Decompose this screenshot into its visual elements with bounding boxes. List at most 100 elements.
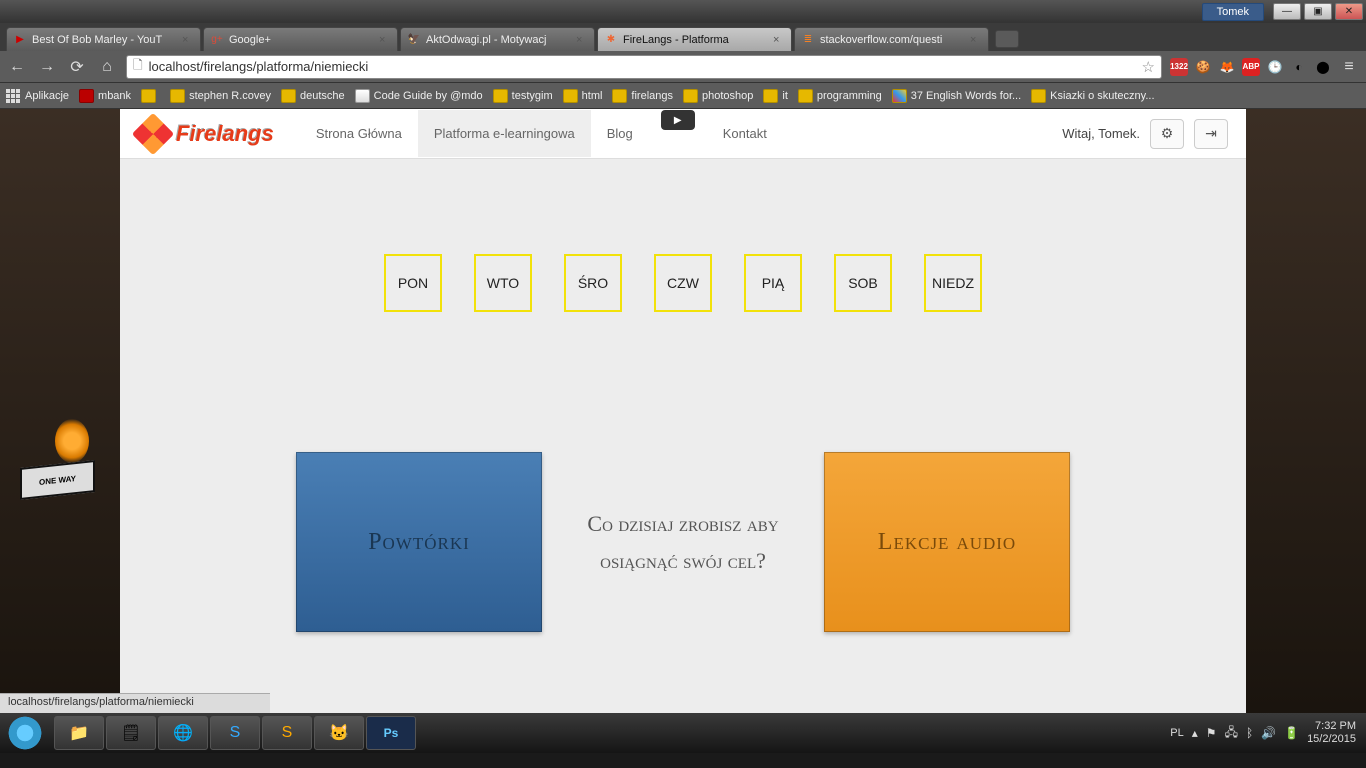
extension-icon[interactable]: ⬤ (1314, 58, 1332, 76)
nav-contact[interactable]: Kontakt (707, 110, 783, 157)
bookmarks-apps[interactable]: Aplikacje (6, 89, 69, 103)
browser-tab[interactable]: ▶Best Of Bob Marley - YouT× (6, 27, 201, 51)
window-maximize-button[interactable]: ▣ (1304, 3, 1332, 20)
tab-favicon: ▶ (13, 33, 27, 47)
weekday-cell[interactable]: SOB (834, 254, 892, 312)
site-logo[interactable]: Firelangs (138, 119, 274, 149)
greeting-text: Witaj, Tomek. (1062, 126, 1140, 141)
start-button[interactable] (4, 716, 46, 750)
bookmark-item[interactable] (141, 89, 160, 103)
taskbar-explorer[interactable]: 📁 (54, 716, 104, 750)
browser-tab[interactable]: ≣stackoverflow.com/questi× (794, 27, 989, 51)
new-tab-button[interactable] (995, 30, 1019, 48)
gear-icon: ⚙ (1161, 125, 1174, 142)
folder-icon (683, 89, 698, 103)
adblock-icon[interactable]: ABP (1242, 58, 1260, 76)
browser-tab[interactable]: ✱FireLangs - Platforma× (597, 27, 792, 51)
extension-badge-counter[interactable]: 1322 (1170, 58, 1188, 76)
bookmark-item[interactable]: photoshop (683, 89, 753, 103)
bookmark-item[interactable]: html (563, 89, 603, 103)
nav-home[interactable]: Strona Główna (300, 110, 418, 157)
bookmark-label: Code Guide by @mdo (374, 90, 483, 102)
folder-icon (563, 89, 578, 103)
weekday-cell[interactable]: PON (384, 254, 442, 312)
bookmark-item[interactable]: stephen R.covey (170, 89, 271, 103)
tab-close-icon[interactable]: × (182, 34, 194, 46)
settings-button[interactable]: ⚙ (1150, 119, 1184, 149)
tab-favicon: ✱ (604, 33, 618, 47)
bookmark-item[interactable]: it (763, 89, 788, 103)
folder-icon (763, 89, 778, 103)
home-button[interactable]: ⌂ (96, 58, 118, 76)
nav-platform[interactable]: Platforma e-learningowa (418, 110, 591, 157)
extension-icon[interactable]: ◐ (1290, 58, 1308, 76)
taskbar-github[interactable]: 🐱 (314, 716, 364, 750)
tab-close-icon[interactable]: × (773, 34, 785, 46)
bookmark-label: testygim (512, 90, 553, 102)
taskbar-chrome[interactable]: 🌐 (158, 716, 208, 750)
logout-icon: ⇥ (1205, 125, 1217, 142)
bookmark-item[interactable]: 37 English Words for... (892, 89, 1021, 103)
browser-tab[interactable]: 🦅AktOdwagi.pl - Motywacj× (400, 27, 595, 51)
extension-icon[interactable]: 🦊 (1218, 58, 1236, 76)
window-minimize-button[interactable]: — (1273, 3, 1301, 20)
tray-language[interactable]: PL (1170, 727, 1183, 739)
url-input[interactable] (149, 59, 1136, 74)
logout-button[interactable]: ⇥ (1194, 119, 1228, 149)
taskbar-sublime[interactable]: S (262, 716, 312, 750)
bookmark-item[interactable]: firelangs (612, 89, 673, 103)
tray-flag-icon[interactable]: ⚑ (1206, 726, 1217, 740)
address-bar[interactable]: 🗋 ☆ (126, 55, 1162, 79)
one-way-sign-decoration: ONE WAY (20, 460, 95, 500)
window-close-button[interactable]: ✕ (1335, 3, 1363, 20)
bookmark-item[interactable]: Ksiazki o skuteczny... (1031, 89, 1154, 103)
bookmark-label: programming (817, 90, 882, 102)
weekday-cell[interactable]: PIĄ (744, 254, 802, 312)
apps-grid-icon (6, 89, 21, 103)
bookmark-item[interactable]: Code Guide by @mdo (355, 89, 483, 103)
weekday-row: PON WTO ŚRO CZW PIĄ SOB NIEDZ (120, 254, 1246, 312)
tray-chevron-icon[interactable]: ▴ (1192, 726, 1198, 740)
weekday-cell[interactable]: CZW (654, 254, 712, 312)
page-viewport: ONE WAY Firelangs Strona Główna Platform… (0, 109, 1366, 713)
chrome-menu-button[interactable]: ≡ (1338, 58, 1360, 76)
extension-icon[interactable]: 🕒 (1266, 58, 1284, 76)
taskbar-skype[interactable]: S (210, 716, 260, 750)
weekday-cell[interactable]: WTO (474, 254, 532, 312)
taskbar-sticky[interactable]: 🗒 (106, 716, 156, 750)
taskbar-photoshop[interactable]: Ps (366, 716, 416, 750)
tray-network-icon[interactable]: 🖧 (1225, 723, 1238, 744)
bookmark-label: Ksiazki o skuteczny... (1050, 90, 1154, 102)
tab-close-icon[interactable]: × (576, 34, 588, 46)
bookmark-item[interactable]: mbank (79, 89, 131, 103)
weekday-cell[interactable]: NIEDZ (924, 254, 982, 312)
card-lekcje-audio[interactable]: Lekcje audio (824, 452, 1070, 632)
tray-battery-icon[interactable]: 🔋 (1284, 726, 1299, 740)
bookmark-star-icon[interactable]: ☆ (1142, 58, 1155, 76)
weekday-cell[interactable]: ŚRO (564, 254, 622, 312)
nav-blog[interactable]: Blog (591, 110, 649, 157)
browser-tab[interactable]: g+Google+× (203, 27, 398, 51)
bookmark-item[interactable]: testygim (493, 89, 553, 103)
site-header: Firelangs Strona Główna Platforma e-lear… (120, 109, 1246, 159)
bookmark-label: html (582, 90, 603, 102)
forward-button[interactable]: → (36, 58, 58, 76)
bookmark-label: it (782, 90, 788, 102)
folder-icon (281, 89, 296, 103)
reload-button[interactable]: ⟳ (66, 57, 88, 77)
card-powtorki[interactable]: Powtórki (296, 452, 542, 632)
street-lamp-decoration (55, 419, 89, 463)
tab-close-icon[interactable]: × (379, 34, 391, 46)
folder-icon (798, 89, 813, 103)
bookmark-item[interactable]: programming (798, 89, 882, 103)
tray-bluetooth-icon[interactable]: ᛒ (1246, 726, 1253, 740)
back-button[interactable]: ← (6, 58, 28, 76)
tray-volume-icon[interactable]: 🔊 (1261, 726, 1276, 740)
youtube-icon[interactable]: ▶ (661, 110, 695, 130)
bookmark-label: mbank (98, 90, 131, 102)
tab-close-icon[interactable]: × (970, 34, 982, 46)
extension-icon[interactable]: 🍪 (1194, 58, 1212, 76)
bookmark-label: deutsche (300, 90, 345, 102)
bookmark-item[interactable]: deutsche (281, 89, 345, 103)
tray-clock[interactable]: 7:32 PM 15/2/2015 (1307, 720, 1356, 745)
